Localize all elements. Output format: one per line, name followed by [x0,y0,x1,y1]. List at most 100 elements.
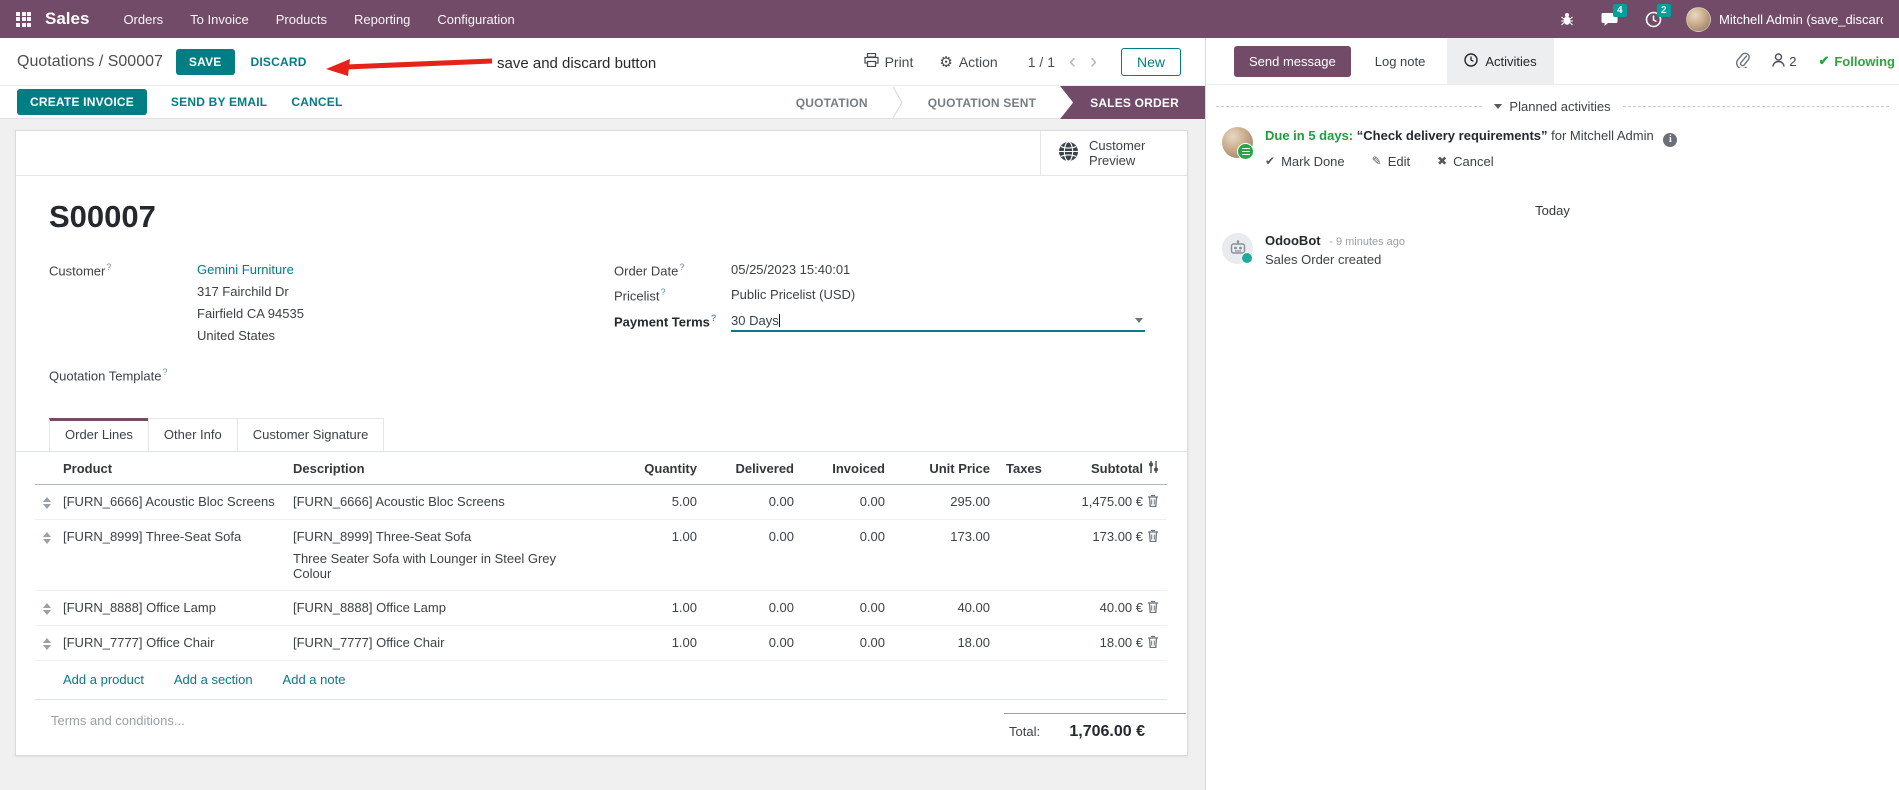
customer-link[interactable]: Gemini Furniture [197,262,304,277]
discard-button[interactable]: DISCARD [251,55,307,69]
col-invoiced[interactable]: Invoiced [798,452,889,486]
message-author[interactable]: OdooBot [1265,233,1321,248]
form-sheet: Customer Preview S00007 Customer? Gemini … [15,130,1188,756]
delete-row-icon[interactable] [1147,519,1167,591]
col-unit-price[interactable]: Unit Price [889,452,994,486]
pricelist-field[interactable]: Public Pricelist (USD) [731,287,855,303]
drag-handle-icon[interactable] [39,600,55,616]
menu-products[interactable]: Products [276,12,327,27]
app-name[interactable]: Sales [45,9,89,29]
status-step-sales-order[interactable]: SALES ORDER [1060,86,1205,119]
drag-handle-icon[interactable] [39,635,55,651]
activities-button[interactable]: Activities [1447,37,1554,85]
top-navbar: Sales Orders To Invoice Products Reporti… [0,0,1899,38]
form-background: Customer Preview S00007 Customer? Gemini … [0,119,1205,790]
log-note-button[interactable]: Log note [1375,54,1426,69]
chatter-panel: Send message Log note Activities 2 ✔ Fol… [1205,37,1899,790]
address-line-2: Fairfield CA 94535 [197,306,304,321]
col-delivered[interactable]: Delivered [701,452,798,486]
today-separator: Today [1535,202,1570,218]
table-row[interactable]: [FURN_7777] Office Chair [FURN_7777] Off… [35,625,1167,661]
statusbar-row: CREATE INVOICE SEND BY EMAIL CANCEL QUOT… [0,85,1205,119]
table-row[interactable]: [FURN_6666] Acoustic Bloc Screens [FURN_… [35,485,1167,520]
add-product-link[interactable]: Add a product [63,672,144,687]
cancel-button[interactable]: CANCEL [291,95,342,109]
totals-block: Total: 1,706.00 € [1004,713,1186,741]
table-row[interactable]: [FURN_8888] Office Lamp [FURN_8888] Offi… [35,590,1167,626]
status-separator-icon [892,86,903,119]
table-row[interactable]: [FURN_8999] Three-Seat Sofa [FURN_8999] … [35,519,1167,591]
author-status-badge [1241,251,1253,264]
gear-icon: ⚙ [939,53,953,71]
user-name[interactable]: Mitchell Admin (save_discard [1719,12,1883,27]
delete-row-icon[interactable] [1147,485,1167,520]
activities-clock-icon[interactable]: 2 [1645,3,1671,28]
help-marker: ? [710,312,717,323]
save-button[interactable]: SAVE [175,48,235,75]
cancel-activity-button[interactable]: ✖ Cancel [1437,154,1494,169]
following-button[interactable]: ✔ Following [1818,53,1895,69]
check-icon: ✔ [1265,154,1276,168]
optional-columns-icon[interactable] [1147,452,1167,486]
table-links-row: Add a product Add a section Add a note [35,660,1167,701]
help-marker: ? [162,367,168,377]
document-title[interactable]: S00007 [49,199,1145,235]
help-marker: ? [679,262,685,272]
add-section-link[interactable]: Add a section [174,672,253,687]
attachment-paperclip-icon[interactable] [1735,52,1751,71]
send-message-button[interactable]: Send message [1234,45,1351,77]
pager-previous-icon[interactable]: ‹ [1069,51,1076,72]
debug-bug-icon[interactable] [1559,11,1575,27]
col-subtotal[interactable]: Subtotal [1074,452,1147,486]
order-lines-table: Product Description Quantity Delivered I… [35,452,1167,701]
order-date-field[interactable]: 05/25/2023 15:40:01 [731,262,850,278]
print-button[interactable]: Print [863,52,913,70]
status-step-quotation[interactable]: QUOTATION [772,86,892,119]
total-label: Total: [1009,724,1041,740]
action-button[interactable]: ⚙ Action [939,53,997,71]
send-by-email-button[interactable]: SEND BY EMAIL [171,95,267,109]
menu-configuration[interactable]: Configuration [437,12,514,27]
edit-activity-button[interactable]: ✎ Edit [1372,154,1410,169]
create-invoice-button[interactable]: CREATE INVOICE [17,89,147,115]
tab-customer-signature[interactable]: Customer Signature [236,418,385,452]
info-icon[interactable]: i [1663,132,1678,147]
add-note-link[interactable]: Add a note [283,672,346,687]
messages-icon[interactable]: 4 [1601,4,1627,27]
dropdown-caret-icon[interactable] [1135,317,1143,323]
globe-icon [1058,141,1079,165]
terms-placeholder[interactable]: Terms and conditions... [49,713,185,741]
drag-handle-icon[interactable] [39,494,55,510]
followers-button[interactable]: 2 [1772,52,1796,70]
drag-handle-icon[interactable] [39,529,55,545]
col-description[interactable]: Description [289,452,595,486]
mark-done-button[interactable]: ✔ Mark Done [1265,154,1345,169]
delete-row-icon[interactable] [1147,625,1167,661]
planned-activities-header[interactable]: Planned activities [1206,99,1899,114]
user-avatar[interactable] [1686,6,1711,32]
menu-orders[interactable]: Orders [123,12,163,27]
delete-row-icon[interactable] [1147,590,1167,626]
new-button[interactable]: New [1120,47,1181,76]
payment-terms-input[interactable]: 30 Days [731,313,1145,332]
breadcrumb: Quotations / S00007 [17,53,163,71]
menu-to-invoice[interactable]: To Invoice [190,12,249,27]
status-step-quotation-sent[interactable]: QUOTATION SENT [904,86,1060,119]
pager-counter: 1 / 1 [1027,53,1055,70]
breadcrumb-quotations[interactable]: Quotations [17,53,94,70]
pager-next-icon[interactable]: › [1090,51,1097,72]
activity-type-badge-icon [1237,143,1254,160]
customer-preview-button[interactable]: Customer Preview [1040,131,1187,175]
menu-reporting[interactable]: Reporting [354,12,410,27]
col-product[interactable]: Product [59,452,289,486]
col-quantity[interactable]: Quantity [595,452,701,486]
apps-grid-icon[interactable] [16,11,31,27]
tab-other-info[interactable]: Other Info [147,418,238,452]
col-taxes[interactable]: Taxes [994,452,1074,486]
total-value: 1,706.00 € [1069,723,1145,741]
customer-label: Customer? [49,262,112,279]
person-icon [1772,52,1785,70]
control-panel-row: Quotations / S00007 SAVE DISCARD save an… [0,38,1205,85]
tab-order-lines[interactable]: Order Lines [49,418,149,452]
collapse-caret-icon [1494,104,1503,109]
